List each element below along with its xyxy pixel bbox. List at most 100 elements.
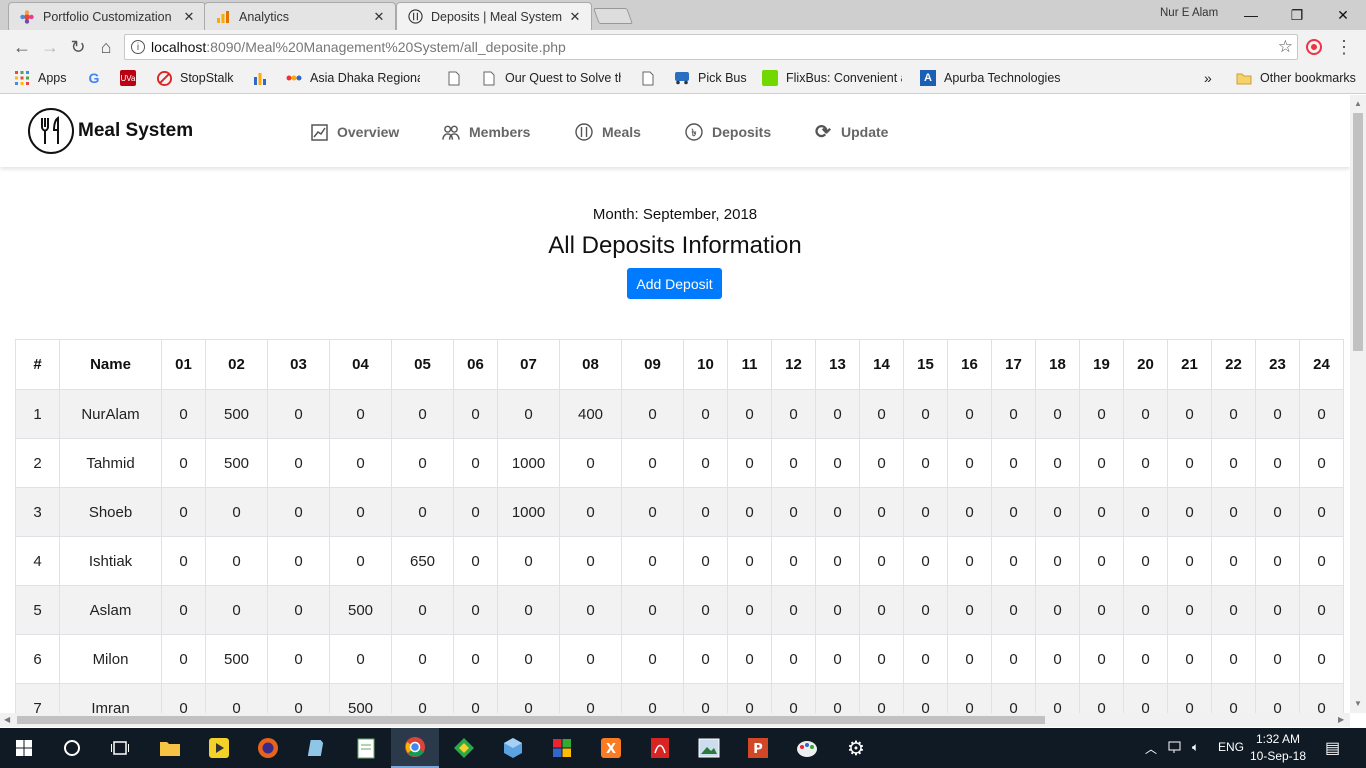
- forward-icon[interactable]: →: [38, 35, 62, 59]
- maximize-icon[interactable]: ❐: [1274, 0, 1320, 30]
- bookmarks-overflow[interactable]: »: [1204, 70, 1212, 86]
- virtualbox-icon[interactable]: [489, 728, 537, 768]
- language-indicator[interactable]: ENG: [1218, 740, 1244, 754]
- vertical-scrollbar[interactable]: ▲ ▼: [1350, 95, 1366, 713]
- deposit-cell: 0: [771, 634, 816, 684]
- home-icon[interactable]: ⌂: [94, 35, 118, 59]
- file-explorer-icon[interactable]: [146, 728, 194, 768]
- deposit-cell: 0: [497, 634, 560, 684]
- new-tab-button[interactable]: [593, 8, 633, 24]
- bookmark-page[interactable]: [446, 70, 470, 86]
- close-icon[interactable]: ✕: [181, 9, 197, 25]
- paint-icon[interactable]: [783, 728, 831, 768]
- scroll-right-icon[interactable]: ▶: [1338, 715, 1344, 724]
- nav-update[interactable]: ⟳ Update: [814, 121, 888, 143]
- tab-portfolio-customization[interactable]: Portfolio Customization ✕: [8, 2, 206, 30]
- nav-deposits[interactable]: ৳ Deposits: [685, 123, 771, 141]
- nav-overview[interactable]: Overview: [310, 123, 399, 141]
- horizontal-scrollbar[interactable]: ◀ ▶: [0, 713, 1350, 727]
- nav-members[interactable]: Members: [442, 123, 530, 141]
- table-row: 2 Tahmid 0 500 0 0 0 0 1000 0 0 0 0 0 0 0 0 0 0 0 0 0 0 0 0 0: [15, 438, 1344, 488]
- header-day-05: 05: [391, 339, 454, 390]
- deposit-cell: 0: [267, 634, 330, 684]
- add-deposit-button[interactable]: Add Deposit: [627, 268, 722, 299]
- notifications-icon[interactable]: ▤: [1325, 738, 1340, 758]
- powerpoint-icon[interactable]: P: [734, 728, 782, 768]
- deposit-cell: 0: [683, 536, 728, 586]
- table-row: 5 Aslam 0 0 0 500 0 0 0 0 0 0 0 0 0 0 0 0 0 0 0 0 0 0 0 0: [15, 585, 1344, 635]
- minimize-icon[interactable]: —: [1228, 0, 1274, 30]
- tray-chevron-up-icon[interactable]: ︿: [1145, 740, 1157, 757]
- notepadpp-icon[interactable]: [342, 728, 390, 768]
- address-bar[interactable]: i localhost:8090/Meal%20Management%20Sys…: [124, 34, 1298, 60]
- bus-icon: [674, 70, 690, 86]
- scroll-down-icon[interactable]: ▼: [1354, 699, 1362, 708]
- windows-start-icon[interactable]: [0, 728, 48, 768]
- volume-icon[interactable]: 🔈︎: [1192, 740, 1199, 755]
- deposit-cell: 650: [391, 536, 454, 586]
- app-colorful-icon[interactable]: [538, 728, 586, 768]
- task-view-icon[interactable]: [96, 728, 144, 768]
- settings-gear-icon[interactable]: ⚙: [832, 728, 880, 768]
- refresh-icon: ⟳: [815, 121, 831, 143]
- deposit-cell: 0: [267, 683, 330, 713]
- window-close-icon[interactable]: ✕: [1320, 0, 1366, 30]
- deposit-cell: 0: [391, 438, 454, 488]
- deposit-cell: 0: [991, 634, 1036, 684]
- chrome-icon[interactable]: [391, 728, 439, 768]
- deposit-cell: 0: [1299, 585, 1344, 635]
- player-icon[interactable]: [195, 728, 243, 768]
- back-icon[interactable]: ←: [10, 35, 34, 59]
- network-icon[interactable]: [1168, 740, 1184, 757]
- xampp-icon[interactable]: X: [587, 728, 635, 768]
- bookmark-google[interactable]: G: [86, 70, 110, 86]
- firefox-icon[interactable]: [244, 728, 292, 768]
- extension-icon[interactable]: [1302, 35, 1326, 59]
- bookmark-star-icon[interactable]: ☆: [1278, 37, 1293, 57]
- clock[interactable]: 1:32 AM 10-Sep-18: [1245, 731, 1311, 765]
- bookmark-flixbus[interactable]: FlixBus: Convenient a: [762, 70, 902, 86]
- vertical-scroll-thumb[interactable]: [1353, 113, 1363, 351]
- menu-icon[interactable]: ⋮: [1332, 35, 1356, 59]
- deposit-cell: 0: [1211, 389, 1256, 439]
- deposit-cell: 0: [683, 389, 728, 439]
- deposit-cell: 0: [947, 634, 992, 684]
- bookmark-stats[interactable]: [252, 70, 276, 86]
- acm-icon: [286, 70, 302, 86]
- scroll-left-icon[interactable]: ◀: [4, 715, 10, 724]
- close-icon[interactable]: ✕: [371, 9, 387, 25]
- deposit-cell: 0: [947, 487, 992, 537]
- deposit-cell: 0: [815, 683, 860, 713]
- deposit-cell: 0: [453, 438, 498, 488]
- bookmark-pick-bus[interactable]: Pick Bus: [674, 70, 747, 86]
- search-icon[interactable]: [48, 728, 96, 768]
- deposit-cell: 0: [1079, 585, 1124, 635]
- scroll-up-icon[interactable]: ▲: [1354, 99, 1362, 108]
- profile-name[interactable]: Nur E Alam: [1160, 7, 1218, 19]
- bookmark-page-2[interactable]: [640, 70, 664, 86]
- deposit-cell: 0: [1079, 487, 1124, 537]
- brand[interactable]: Meal System: [28, 108, 193, 154]
- bookmark-apps[interactable]: Apps: [14, 70, 67, 86]
- app-green-icon[interactable]: [440, 728, 488, 768]
- bookmark-uva[interactable]: UVa: [120, 70, 144, 86]
- deposit-cell: 0: [815, 487, 860, 537]
- bookmark-stopstalk[interactable]: StopStalk: [156, 70, 236, 86]
- reload-icon[interactable]: ↻: [66, 35, 90, 59]
- bookmark-our-quest[interactable]: Our Quest to Solve th: [481, 70, 621, 86]
- bookmark-apurba[interactable]: A Apurba Technologies: [920, 70, 1060, 86]
- tab-analytics[interactable]: Analytics ✕: [204, 2, 396, 30]
- info-icon[interactable]: i: [131, 40, 145, 54]
- acrobat-icon[interactable]: [636, 728, 684, 768]
- notepad-icon[interactable]: [293, 728, 341, 768]
- deposit-cell: 0: [1035, 389, 1080, 439]
- horizontal-scroll-thumb[interactable]: [17, 716, 1045, 724]
- close-icon[interactable]: ✕: [567, 9, 583, 25]
- tab-deposits[interactable]: Deposits | Meal System ✕: [396, 2, 592, 30]
- deposit-cell: 0: [991, 585, 1036, 635]
- bookmark-other[interactable]: Other bookmarks: [1236, 70, 1356, 86]
- bookmark-asia-dhaka-regional[interactable]: Asia Dhaka Regional: [286, 70, 420, 86]
- nav-meals[interactable]: Meals: [575, 123, 641, 141]
- deposit-cell: 0: [859, 438, 904, 488]
- photos-icon[interactable]: [685, 728, 733, 768]
